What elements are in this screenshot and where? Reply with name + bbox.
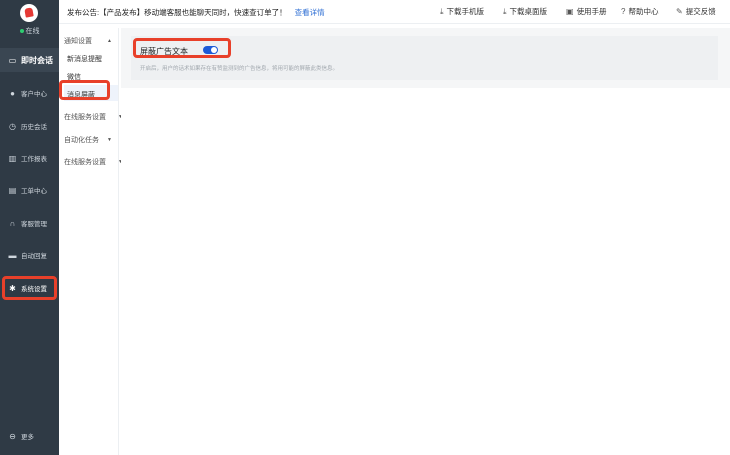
settings-submenu: 通知设置 ▲ 新消息提醒 微信 消息屏蔽 在线服务设置 ▼ 自动化任务 ▼ 在线…	[59, 28, 123, 455]
main-content: 屏蔽广告文本 开启后，用户的话术如果存在有赞监测到的广告信息，将用可能的屏蔽此类…	[121, 28, 730, 455]
left-navigation: 在线 ▭ 即时会话 ● 客户中心 ◷ 历史会话 ▥ 工作报表 ▤ 工单中心 ∩ 客服管理 ▬…	[0, 0, 59, 455]
nav-item-live-chat[interactable]: ▭ 即时会话	[0, 48, 59, 72]
manual-icon: ▣	[566, 7, 574, 16]
nav-item-agent-management[interactable]: ∩ 客服管理	[0, 211, 59, 235]
submenu-group-online-service-settings[interactable]: 在线服务设置 ▼	[64, 112, 123, 122]
user-manual-button[interactable]: ▣ 使用手册	[566, 6, 607, 17]
top-bar: 发布公告:【产品发布】移动端客服也能聊天同时，快速查订单了！ 查看详情 ⤓ 下载手机…	[59, 0, 730, 24]
submenu-item-new-message-alert[interactable]: 新消息提醒	[67, 54, 102, 64]
announcement: 发布公告:【产品发布】移动端客服也能聊天同时，快速查订单了！ 查看详情	[67, 8, 325, 17]
nav-item-customer-center[interactable]: ● 客户中心	[0, 81, 59, 105]
announcement-details-link[interactable]: 查看详情	[295, 8, 325, 17]
download-mobile-button[interactable]: ⤓ 下载手机版	[440, 6, 484, 17]
app-logo	[20, 4, 38, 22]
chat-icon: ▭	[8, 55, 17, 65]
caret-up-icon: ▲	[107, 38, 112, 44]
nav-item-tickets[interactable]: ▤ 工单中心	[0, 178, 59, 202]
block-ad-text-setting: 屏蔽广告文本 开启后，用户的话术如果存在有赞监测到的广告信息，将用可能的屏蔽此类…	[131, 36, 718, 80]
nav-item-history[interactable]: ◷ 历史会话	[0, 114, 59, 138]
download-icon: ⤓	[440, 6, 444, 16]
bar-chart-icon: ▥	[8, 153, 17, 163]
setting-description: 开启后，用户的话术如果存在有赞监测到的广告信息，将用可能的屏蔽此类信息。	[140, 66, 339, 72]
highlight-box-system-settings	[2, 276, 57, 300]
person-icon: ●	[10, 88, 15, 98]
nav-item-reports[interactable]: ▥ 工作报表	[0, 146, 59, 170]
edit-icon: ✎	[676, 7, 683, 16]
caret-down-icon: ▼	[107, 137, 112, 143]
submit-feedback-button[interactable]: ✎ 提交反馈	[676, 6, 716, 17]
highlight-box-message-blocking	[59, 80, 110, 100]
nav-item-more[interactable]: ⊖ 更多	[0, 424, 59, 448]
nav-item-auto-reply[interactable]: ▬ 自动回复	[0, 243, 59, 267]
headset-icon: ∩	[9, 218, 16, 228]
download-desktop-button[interactable]: ⤓ 下载桌面版	[503, 6, 547, 17]
download-icon: ⤓	[503, 6, 507, 16]
status-dot-icon	[19, 29, 24, 34]
online-status[interactable]: 在线	[0, 26, 59, 36]
help-center-button[interactable]: ? 帮助中心	[621, 6, 658, 17]
content-body	[121, 88, 730, 455]
robot-icon: ▬	[8, 250, 17, 260]
submenu-group-notification-settings[interactable]: 通知设置 ▲	[64, 36, 116, 46]
question-icon: ?	[621, 7, 626, 16]
more-icon: ⊖	[9, 431, 16, 441]
submenu-group-online-service-settings-2[interactable]: 在线服务设置 ▼	[64, 157, 123, 167]
highlight-box-setting-title	[133, 38, 231, 58]
ticket-icon: ▤	[8, 185, 17, 195]
submenu-group-automation-tasks[interactable]: 自动化任务 ▼	[64, 135, 116, 145]
clock-icon: ◷	[9, 121, 16, 131]
